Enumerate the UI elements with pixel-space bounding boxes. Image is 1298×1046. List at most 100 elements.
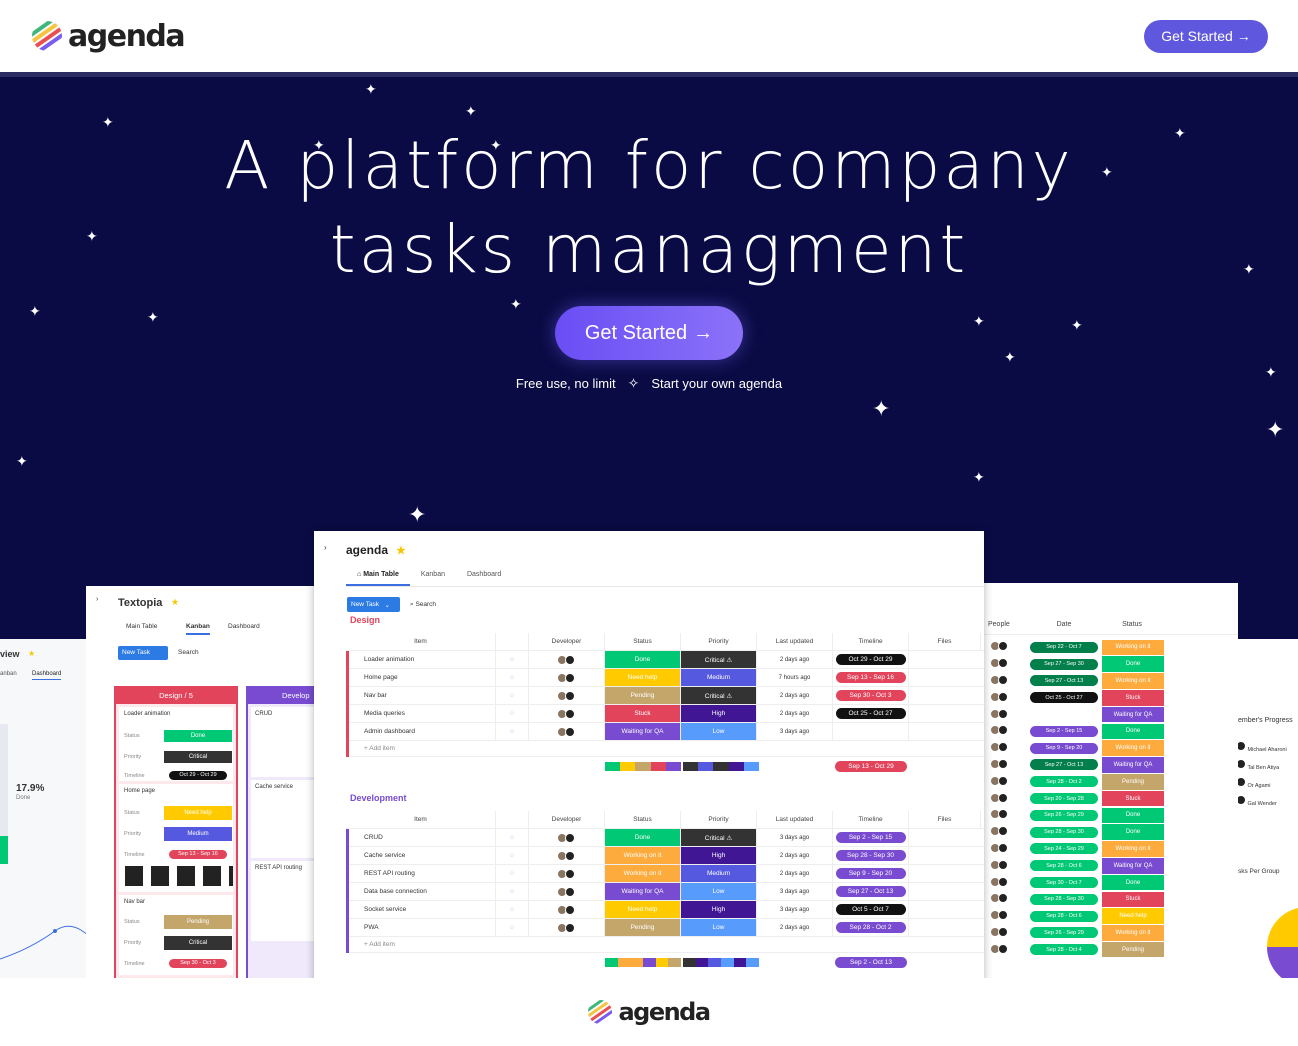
overview-tab-kanban[interactable]: anban: [0, 671, 17, 677]
status-cell[interactable]: Stuck: [1102, 891, 1164, 908]
table-row[interactable]: Media queries ◌ Stuck High 2 days ago Oct 25 …: [346, 705, 984, 723]
priority-cell[interactable]: Low: [681, 919, 757, 936]
people-cell[interactable]: [984, 706, 1028, 724]
kanban-card[interactable]: CRUD: [251, 707, 322, 777]
date-pill[interactable]: Sep 27 - Sep 30: [1030, 658, 1098, 670]
card-timeline-pill[interactable]: Sep 13 - Sep 16: [169, 850, 227, 859]
table-row[interactable]: Sep 28 - Oct 6 Need help: [984, 908, 1238, 925]
date-pill[interactable]: Sep 28 - Oct 6: [1030, 860, 1098, 872]
status-cell[interactable]: Stuck: [1102, 690, 1164, 706]
date-cell[interactable]: Sep 30 - Oct 7: [1028, 877, 1100, 889]
people-cell[interactable]: [984, 890, 1028, 908]
files-cell[interactable]: [909, 669, 981, 686]
developer-cell[interactable]: [529, 919, 605, 936]
date-pill[interactable]: Sep 28 - Sep 30: [1030, 893, 1098, 905]
status-cell[interactable]: Stuck: [605, 705, 681, 722]
people-cell[interactable]: [984, 857, 1028, 875]
date-pill[interactable]: Sep 2 - Sep 15: [1030, 725, 1098, 737]
date-pill[interactable]: Sep 9 - Sep 20: [1030, 742, 1098, 754]
status-cell[interactable]: Need help: [605, 669, 681, 686]
table-row[interactable]: CRUD ◌ Done Critical ⚠ 3 days ago Sep 2 - Sep…: [346, 829, 984, 847]
date-cell[interactable]: Sep 20 - Sep 28: [1028, 793, 1100, 805]
date-cell[interactable]: Sep 28 - Oct 4: [1028, 944, 1100, 956]
people-cell[interactable]: [984, 756, 1028, 774]
overview-tab-dashboard[interactable]: Dashboard: [32, 671, 62, 680]
timeline-cell[interactable]: Sep 2 - Sep 15: [833, 829, 909, 846]
table-row[interactable]: Sep 24 - Sep 29 Working on it: [984, 841, 1238, 858]
timeline-cell[interactable]: Oct 25 - Oct 27: [833, 705, 909, 722]
timeline-pill[interactable]: Sep 30 - Oct 3: [835, 690, 906, 701]
item-name[interactable]: Cache service: [346, 847, 496, 864]
table-row[interactable]: Nav bar ◌ Pending Critical ⚠ 2 days ago Sep 3…: [346, 687, 984, 705]
table-row[interactable]: Loader animation ◌ Done Critical ⚠ 2 days ag…: [346, 651, 984, 669]
files-cell[interactable]: [909, 883, 981, 900]
date-pill[interactable]: Sep 26 - Sep 29: [1030, 809, 1098, 821]
people-cell[interactable]: [984, 907, 1028, 925]
table-row[interactable]: Sep 20 - Sep 28 Stuck: [984, 790, 1238, 807]
item-name[interactable]: Media queries: [346, 705, 496, 722]
header-get-started-button[interactable]: Get Started →: [1144, 19, 1268, 53]
add-item-label[interactable]: + Add item: [346, 741, 646, 756]
people-cell[interactable]: [984, 672, 1028, 690]
status-cell[interactable]: Done: [1102, 723, 1164, 740]
updates-icon[interactable]: ◌: [496, 687, 529, 704]
card-status-tag[interactable]: Need help: [164, 806, 232, 820]
table-row[interactable]: Sep 27 - Oct 13 Working on it: [984, 673, 1238, 690]
people-cell[interactable]: [984, 722, 1028, 740]
table-row[interactable]: Sep 30 - Oct 7 Done: [984, 874, 1238, 891]
files-cell[interactable]: [909, 847, 981, 864]
date-cell[interactable]: Sep 28 - Sep 30: [1028, 826, 1100, 838]
item-name[interactable]: Loader animation: [346, 651, 496, 668]
tab-dashboard[interactable]: Dashboard: [456, 571, 512, 586]
card-file-preview[interactable]: [125, 866, 233, 886]
status-cell[interactable]: Working on it: [1102, 673, 1164, 689]
timeline-cell[interactable]: Sep 27 - Oct 13: [833, 883, 909, 900]
table-row[interactable]: Sep 26 - Sep 29 Done: [984, 807, 1238, 824]
date-pill[interactable]: Sep 27 - Oct 13: [1030, 675, 1098, 687]
table-row[interactable]: Waiting for QA: [984, 706, 1238, 723]
kanban-card[interactable]: Loader animation Status Done Priority Cr…: [119, 707, 233, 781]
people-cell[interactable]: [984, 638, 1028, 656]
priority-cell[interactable]: Critical ⚠: [681, 687, 757, 704]
card-priority-tag[interactable]: Critical: [164, 751, 232, 763]
new-task-button[interactable]: New Task ⌄: [347, 597, 400, 612]
files-cell[interactable]: [909, 723, 981, 740]
item-name[interactable]: REST API routing: [346, 865, 496, 882]
files-cell[interactable]: [909, 651, 981, 668]
table-row[interactable]: Sep 27 - Sep 30 Done: [984, 656, 1238, 673]
kanban-tab-main-table[interactable]: Main Table: [126, 623, 157, 630]
updates-icon[interactable]: ◌: [496, 901, 529, 918]
date-cell[interactable]: Sep 2 - Sep 15: [1028, 725, 1100, 737]
date-pill[interactable]: Sep 28 - Oct 6: [1030, 910, 1098, 922]
developer-cell[interactable]: [529, 669, 605, 686]
status-cell[interactable]: Pending: [1102, 941, 1164, 958]
people-cell[interactable]: [984, 823, 1028, 841]
updates-icon[interactable]: ◌: [496, 829, 529, 846]
timeline-cell[interactable]: [833, 723, 909, 740]
timeline-pill[interactable]: Sep 27 - Oct 13: [835, 886, 906, 897]
status-cell[interactable]: Done: [1102, 656, 1164, 672]
item-name[interactable]: Home page: [346, 669, 496, 686]
status-cell[interactable]: Need help: [605, 901, 681, 918]
kanban-card[interactable]: Nav bar Status Pending Priority Critical…: [119, 895, 233, 975]
status-cell[interactable]: Pending: [605, 919, 681, 936]
timeline-pill[interactable]: Oct 29 - Oct 29: [835, 654, 906, 665]
developer-cell[interactable]: [529, 847, 605, 864]
updates-icon[interactable]: ◌: [496, 919, 529, 936]
date-cell[interactable]: Sep 28 - Oct 2: [1028, 776, 1100, 788]
updates-icon[interactable]: ◌: [496, 723, 529, 740]
table-row[interactable]: Cache service ◌ Working on it High 2 days ag…: [346, 847, 984, 865]
timeline-pill[interactable]: Sep 2 - Sep 15: [835, 832, 906, 843]
table-row[interactable]: Sep 9 - Sep 20 Working on it: [984, 740, 1238, 757]
date-cell[interactable]: Sep 22 - Oct 7: [1028, 641, 1100, 653]
table-row[interactable]: Sep 26 - Sep 29 Working on it: [984, 925, 1238, 942]
files-cell[interactable]: [909, 705, 981, 722]
status-cell[interactable]: Need help: [1102, 908, 1164, 924]
add-item-label[interactable]: + Add item: [346, 937, 646, 952]
table-row[interactable]: Admin dashboard ◌ Waiting for QA Low 3 days …: [346, 723, 984, 741]
status-cell[interactable]: Working on it: [605, 865, 681, 882]
date-pill[interactable]: Sep 22 - Oct 7: [1030, 641, 1098, 653]
date-cell[interactable]: Sep 28 - Sep 30: [1028, 893, 1100, 905]
priority-cell[interactable]: Medium: [681, 669, 757, 686]
hero-get-started-button[interactable]: Get Started →: [555, 306, 743, 360]
